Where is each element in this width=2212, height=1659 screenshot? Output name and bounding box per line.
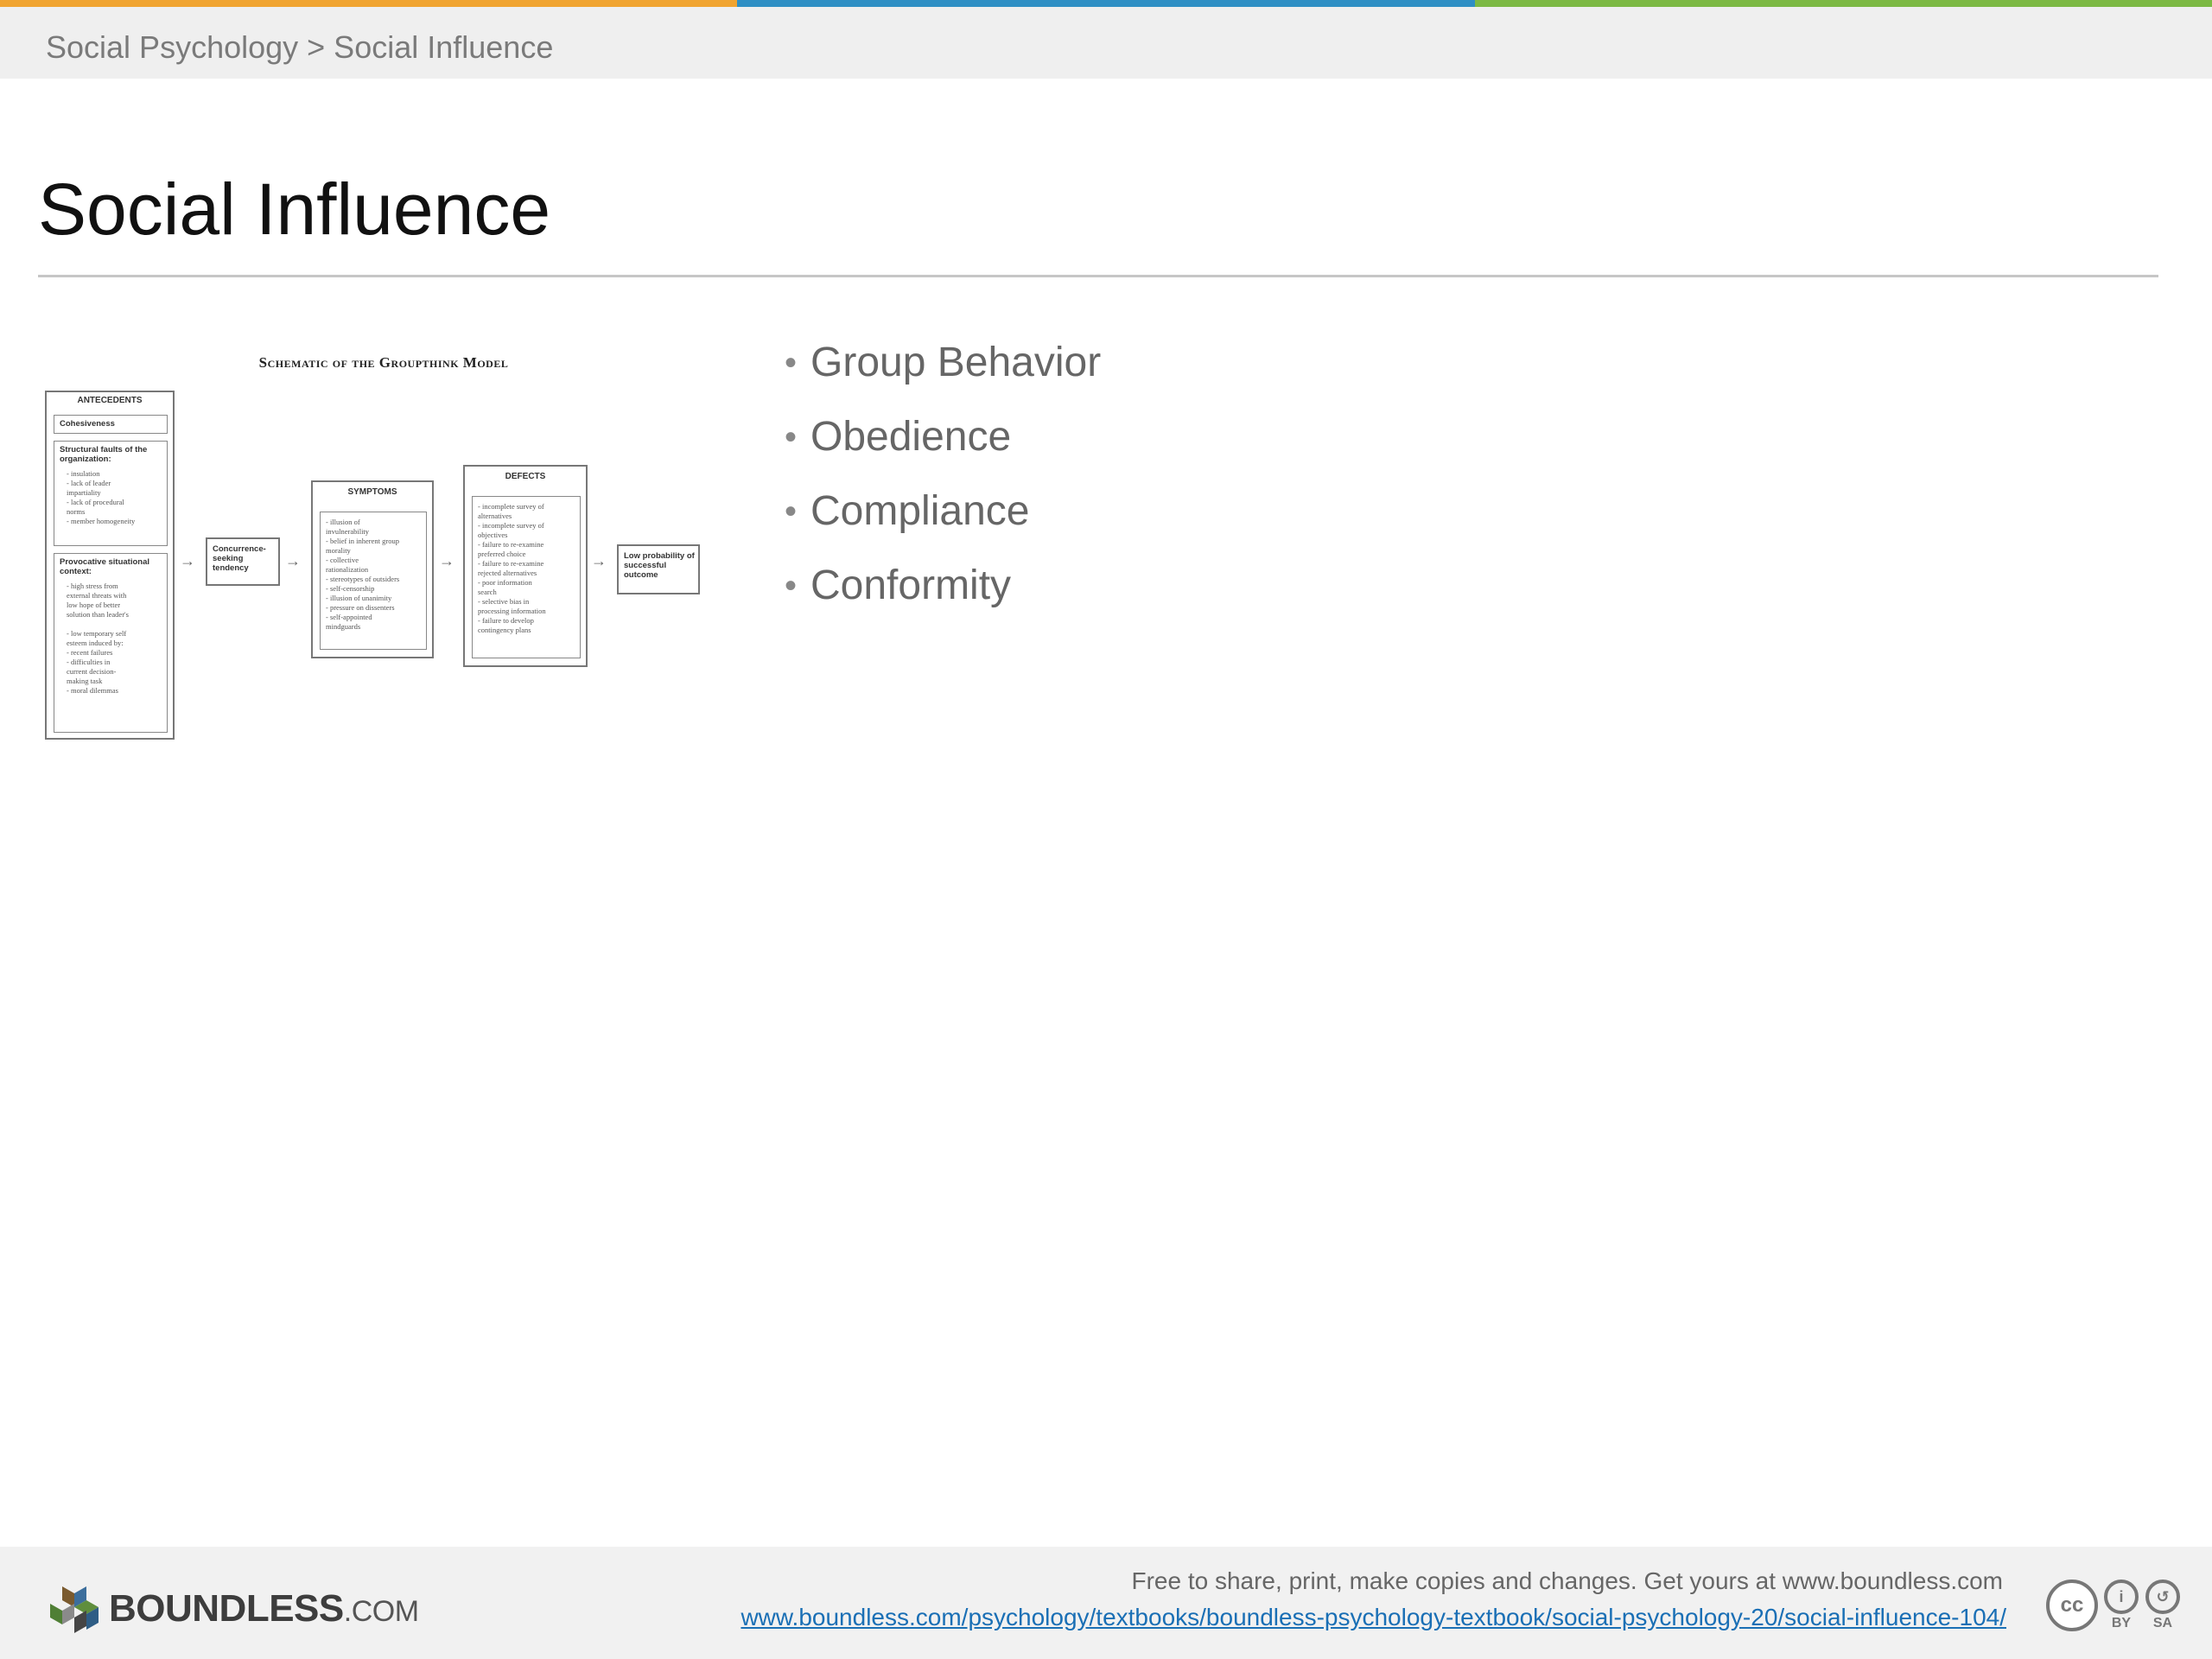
structural-faults-box: Structural faults of the organization: -… bbox=[54, 441, 168, 546]
defects-inner-box: - incomplete survey of alternatives - in… bbox=[472, 496, 581, 658]
bullet-text: Obedience bbox=[810, 414, 1012, 460]
arrow-1: → bbox=[180, 552, 195, 569]
symptoms-title: SYMPTOMS bbox=[347, 487, 397, 497]
provocative-context-box: Provocative situational context: - high … bbox=[54, 553, 168, 733]
bullet-icon: • bbox=[785, 493, 798, 531]
symptoms-list: - illusion of invulnerability - belief i… bbox=[326, 518, 400, 631]
diagram-caption: Schematic of the Groupthink Model bbox=[258, 354, 509, 371]
title-divider bbox=[38, 275, 2158, 277]
cc-icon: cc bbox=[2046, 1580, 2098, 1631]
bullet-icon: • bbox=[785, 567, 798, 605]
boundless-logo[interactable]: BOUNDLESS.COM bbox=[45, 1581, 419, 1637]
brand-suffix: .COM bbox=[343, 1595, 419, 1628]
accent-bar-blue bbox=[737, 0, 1475, 7]
symptoms-inner-box: - illusion of invulnerability - belief i… bbox=[320, 512, 427, 650]
breadcrumb-bar: Social Psychology > Social Influence bbox=[0, 7, 2212, 79]
bullet-text: Group Behavior bbox=[810, 340, 1102, 385]
outcome-box: Low probability of successful outcome bbox=[617, 544, 700, 594]
share-alike-icon: ↺ SA bbox=[2145, 1580, 2181, 1631]
arrow-3: → bbox=[439, 552, 454, 569]
symptoms-box: SYMPTOMS - illusion of invulnerability -… bbox=[311, 480, 434, 658]
bullet-icon: • bbox=[785, 344, 798, 382]
accent-bar-green bbox=[1474, 0, 2212, 7]
groupthink-diagram: Schematic of the Groupthink Model ANTECE… bbox=[38, 346, 712, 752]
list-item: • Obedience bbox=[778, 410, 1101, 484]
tendency-box: Concurrence-seeking tendency bbox=[206, 537, 280, 586]
provocative-context-list: - high stress from external threats with… bbox=[67, 582, 129, 695]
defects-title: DEFECTS bbox=[505, 472, 546, 481]
list-item: • Conformity bbox=[778, 558, 1101, 632]
bullet-text: Conformity bbox=[810, 563, 1012, 608]
antecedents-box: ANTECEDENTS Cohesiveness Structural faul… bbox=[45, 391, 175, 740]
breadcrumb[interactable]: Social Psychology > Social Influence bbox=[46, 29, 553, 66]
arrow-2: → bbox=[285, 552, 301, 569]
list-item: • Compliance bbox=[778, 484, 1101, 558]
outcome-label: Low probability of successful outcome bbox=[624, 551, 695, 580]
bullet-list: • Group Behavior • Obedience • Compliance •… bbox=[778, 335, 1101, 632]
structural-faults-list: - insulation - lack of leader impartiali… bbox=[67, 469, 136, 525]
bullet-icon: • bbox=[785, 418, 798, 456]
tendency-label: Concurrence-seeking tendency bbox=[213, 544, 266, 573]
arrow-4: → bbox=[591, 552, 607, 569]
cohesiveness-box: Cohesiveness bbox=[54, 415, 168, 434]
page-title: Social Influence bbox=[38, 168, 551, 250]
cc-license-badge[interactable]: cc i BY ↺ SA bbox=[2046, 1580, 2181, 1631]
brand-name: BOUNDLESS.COM bbox=[109, 1587, 419, 1630]
cube-logo-icon bbox=[50, 1586, 99, 1633]
accent-bar-orange bbox=[0, 0, 738, 7]
cohesiveness-label: Cohesiveness bbox=[60, 419, 115, 429]
license-notice: Free to share, print, make copies and ch… bbox=[1131, 1567, 2003, 1594]
attribution-icon: i BY bbox=[2103, 1580, 2139, 1631]
footer: BOUNDLESS.COM Free to share, print, make… bbox=[0, 1547, 2212, 1659]
source-url-link[interactable]: www.boundless.com/psychology/textbooks/b… bbox=[741, 1604, 2006, 1631]
defects-list: - incomplete survey of alternatives - in… bbox=[478, 502, 546, 634]
provocative-context-heading: Provocative situational context: bbox=[60, 557, 150, 576]
structural-faults-heading: Structural faults of the organization: bbox=[60, 445, 148, 464]
defects-box: DEFECTS - incomplete survey of alternati… bbox=[463, 465, 588, 667]
antecedents-title: ANTECEDENTS bbox=[77, 396, 143, 405]
bullet-text: Compliance bbox=[810, 488, 1030, 534]
color-accent-bars bbox=[0, 0, 2212, 7]
list-item: • Group Behavior bbox=[778, 335, 1101, 410]
